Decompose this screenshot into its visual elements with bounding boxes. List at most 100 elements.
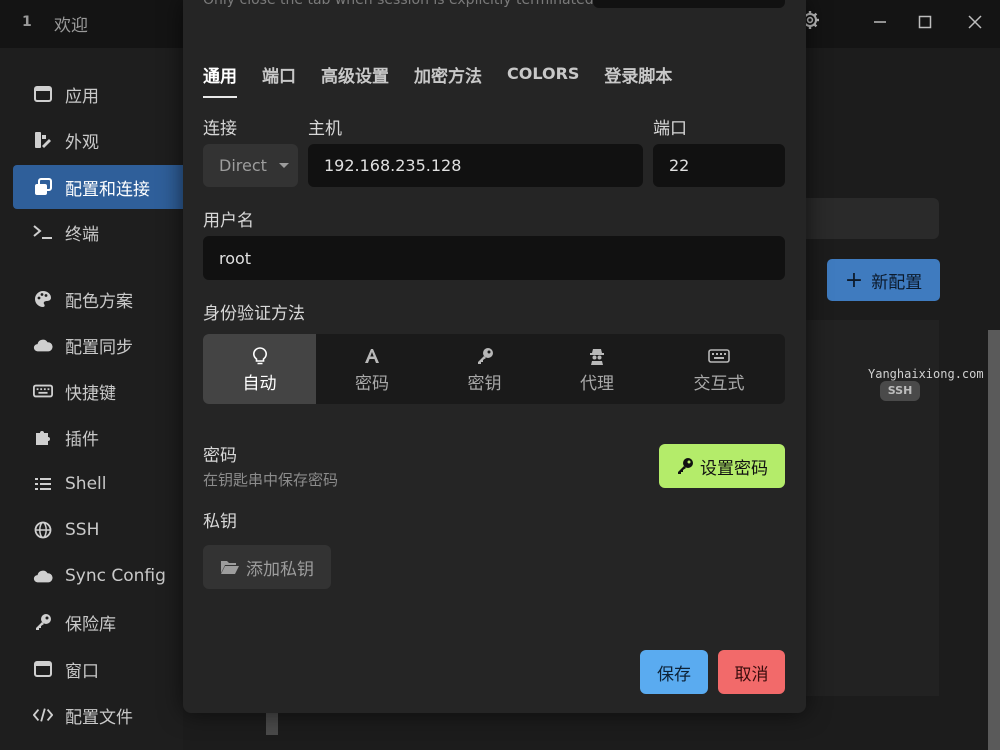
caret-down-icon: [278, 163, 289, 168]
port-value: 22: [669, 156, 690, 175]
sidebar-item-shell[interactable]: Shell: [13, 462, 193, 506]
sidebar-item-profiles[interactable]: 配置和连接: [13, 165, 193, 209]
connection-type-value: Direct: [219, 156, 267, 175]
sidebar-item-label: 外观: [65, 132, 99, 153]
sidebar-item-sync-config[interactable]: Sync Config: [13, 554, 193, 598]
auth-interactive-button[interactable]: 交互式: [653, 334, 785, 404]
tab-general[interactable]: 通用: [203, 62, 237, 98]
auth-method-label: 身份验证方法: [203, 304, 305, 324]
maximize-icon[interactable]: [911, 10, 939, 38]
sidebar-item-config-file[interactable]: 配置文件: [13, 693, 193, 737]
auth-auto-label: 自动: [242, 373, 277, 394]
ssh-badge: SSH: [880, 381, 920, 401]
globe-icon: [33, 520, 53, 540]
username-label: 用户名: [203, 211, 254, 231]
auth-key-button[interactable]: 密钥: [428, 334, 541, 404]
sidebar-item-label: 快捷键: [65, 383, 116, 404]
username-value: root: [219, 248, 252, 268]
cloud-icon: [33, 566, 53, 586]
close-icon[interactable]: [961, 10, 989, 38]
auth-key-label: 密钥: [467, 373, 502, 394]
sidebar-item-hotkeys[interactable]: 快捷键: [13, 369, 193, 413]
sidebar-item-terminal[interactable]: 终端: [13, 210, 193, 254]
background-search-bar: [806, 198, 939, 239]
sidebar-item-config-sync[interactable]: 配置同步: [13, 323, 193, 367]
host-label: 主机: [308, 119, 342, 139]
add-private-key-button[interactable]: 添加私钥: [203, 545, 331, 589]
key-icon: [476, 345, 494, 367]
auth-interactive-label: 交互式: [693, 373, 745, 394]
auth-password-label: 密码: [355, 373, 389, 394]
keyboard-icon: [708, 345, 730, 367]
sidebar-item-window[interactable]: 窗口: [13, 647, 193, 691]
settings-sidebar: 应用 外观 配置和连接 终端 配色方案 配置同步 快捷键 插件 Shell SS…: [0, 48, 193, 750]
cloud-icon: [33, 335, 53, 355]
tab-ports[interactable]: 端口: [262, 62, 296, 98]
host-value: 192.168.235.128: [324, 156, 462, 175]
auth-method-group: 自动 密码 密钥 代理 交互式: [203, 334, 785, 404]
password-label: 密码: [203, 446, 237, 466]
connection-label: 连接: [203, 119, 237, 139]
sidebar-item-label: 保险库: [65, 614, 116, 635]
keyboard-icon: [33, 381, 53, 401]
sidebar-item-label: 应用: [65, 86, 99, 107]
sidebar-item-label: Shell: [65, 474, 107, 494]
font-icon: [364, 345, 380, 367]
sidebar-item-plugins[interactable]: 插件: [13, 415, 193, 459]
cancel-button[interactable]: 取消: [718, 650, 785, 694]
scrollbar-thumb[interactable]: [266, 713, 278, 735]
tab-login-scripts[interactable]: 登录脚本: [604, 62, 672, 98]
sidebar-item-label: 窗口: [65, 661, 99, 682]
sidebar-item-label: 插件: [65, 429, 99, 450]
save-button[interactable]: 保存: [640, 650, 708, 694]
puzzle-icon: [33, 427, 53, 447]
sidebar-item-label: 配置和连接: [65, 179, 150, 200]
auth-auto-button[interactable]: 自动: [203, 334, 316, 404]
set-password-label: 设置密码: [700, 458, 768, 479]
private-key-label: 私钥: [203, 512, 237, 532]
plus-icon: +: [844, 267, 864, 293]
user-secret-icon: [589, 345, 605, 367]
terminal-icon: [33, 222, 53, 242]
set-password-button[interactable]: 设置密码: [659, 444, 785, 488]
sidebar-item-label: Sync Config: [65, 566, 166, 586]
sidebar-item-appearance[interactable]: 外观: [13, 118, 193, 162]
auth-password-button[interactable]: 密码: [316, 334, 428, 404]
sidebar-item-application[interactable]: 应用: [13, 72, 193, 116]
profile-tabs: 通用 端口 高级设置 加密方法 COLORS 登录脚本: [203, 62, 697, 98]
sidebar-item-label: 终端: [65, 224, 99, 245]
lightbulb-icon: [252, 345, 267, 367]
tab-welcome[interactable]: 欢迎: [54, 11, 88, 36]
sidebar-item-color-scheme[interactable]: 配色方案: [13, 277, 193, 321]
sidebar-item-label: 配置同步: [65, 337, 133, 358]
cut-off-option-text: Only close the tab when session is expli…: [203, 0, 594, 8]
profile-host-label: Yanghaixiong.com: [868, 367, 984, 381]
key-icon: [33, 612, 53, 632]
tab-ciphers[interactable]: 加密方法: [414, 62, 482, 98]
minimize-icon[interactable]: [866, 10, 894, 38]
host-input[interactable]: 192.168.235.128: [308, 144, 643, 187]
edit-profile-dialog: Only close the tab when session is expli…: [183, 0, 806, 713]
sidebar-item-ssh[interactable]: SSH: [13, 508, 193, 552]
username-input[interactable]: root: [203, 236, 785, 280]
windows-stack-icon: [33, 177, 53, 197]
key-icon: [676, 457, 694, 475]
sidebar-item-label: 配置文件: [65, 707, 133, 728]
tab-advanced[interactable]: 高级设置: [321, 62, 389, 98]
code-icon: [33, 705, 53, 725]
connection-type-select[interactable]: Direct: [203, 144, 298, 187]
sidebar-item-label: SSH: [65, 520, 100, 540]
scrollbar[interactable]: [988, 330, 1000, 750]
tab-colors[interactable]: COLORS: [507, 62, 579, 98]
list-icon: [33, 474, 53, 494]
new-config-label: 新配置: [871, 272, 923, 293]
auth-agent-button[interactable]: 代理: [541, 334, 653, 404]
palette-swatch-icon: [33, 130, 53, 150]
sidebar-item-vault[interactable]: 保险库: [13, 600, 193, 644]
port-label: 端口: [653, 119, 687, 139]
cut-off-select[interactable]: [593, 0, 785, 8]
tab-index: 1: [22, 14, 32, 30]
add-private-key-label: 添加私钥: [246, 559, 314, 580]
port-input[interactable]: 22: [653, 144, 785, 187]
new-config-button[interactable]: + 新配置: [827, 259, 940, 301]
